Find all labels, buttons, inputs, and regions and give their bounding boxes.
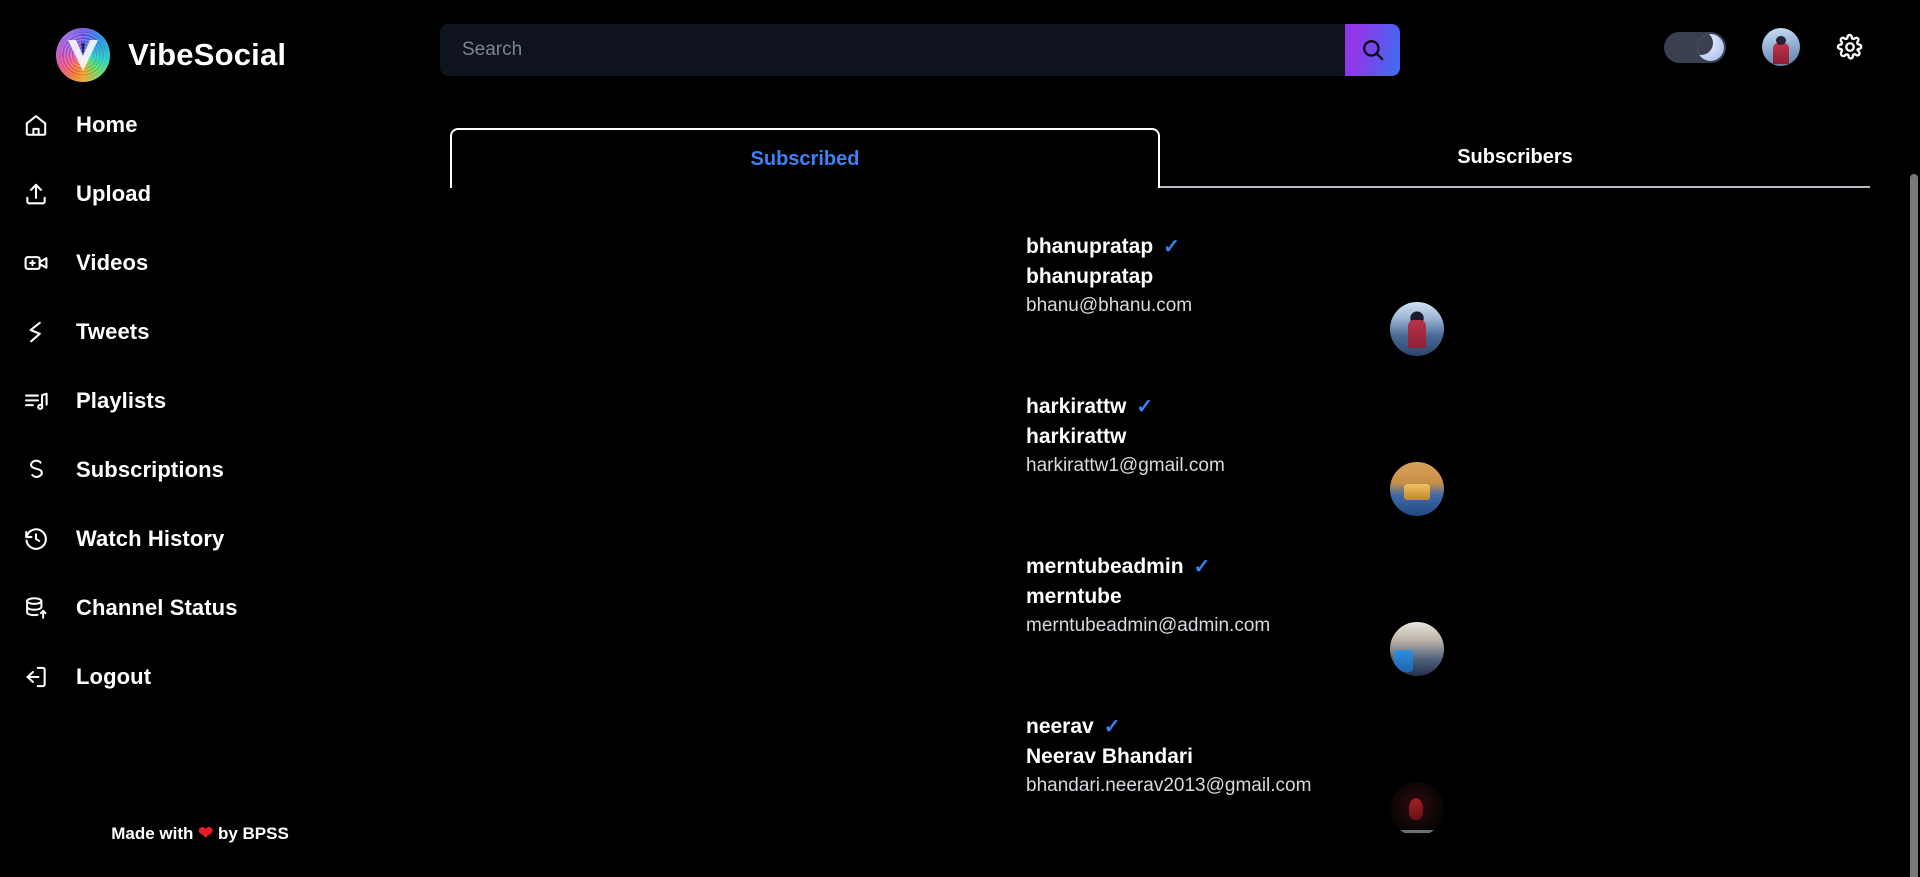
avatar-art	[1772, 43, 1790, 65]
sidebar-item-subscriptions[interactable]: Subscriptions	[0, 445, 400, 495]
sidebar-item-tweets[interactable]: Tweets	[0, 307, 400, 357]
channel-info: bhanupratap ✓ bhanupratap bhanu@bhanu.co…	[1026, 235, 1192, 317]
brand-name: VibeSocial	[128, 37, 287, 72]
channel-username: harkirattw	[1026, 395, 1127, 418]
home-icon	[22, 111, 50, 139]
sidebar-item-logout[interactable]: Logout	[0, 652, 400, 702]
channel-avatar[interactable]	[1390, 622, 1444, 676]
logo-v-glyph	[68, 40, 98, 71]
page-scrollbar-track[interactable]	[1906, 82, 1920, 877]
channel-username-row: merntubeadmin ✓	[1026, 555, 1270, 579]
subscribed-channel-list: bhanupratap ✓ bhanupratap bhanu@bhanu.co…	[400, 196, 1913, 877]
verified-check-icon: ✓	[1103, 716, 1121, 738]
search-icon	[1362, 40, 1383, 61]
channel-username-row: bhanupratap ✓	[1026, 235, 1192, 259]
channel-email: merntubeadmin@admin.com	[1026, 615, 1271, 636]
search-bar	[440, 24, 1400, 76]
channel-username: merntubeadmin	[1026, 555, 1184, 578]
database-stats-icon	[22, 594, 50, 622]
clock-history-icon	[22, 525, 50, 553]
sidebar-item-home[interactable]: Home	[0, 100, 400, 150]
sidebar-item-channel-status[interactable]: Channel Status	[0, 583, 400, 633]
app-header: VibeSocial	[0, 0, 1920, 100]
channel-avatar[interactable]	[1390, 462, 1444, 516]
channel-username: bhanupratap	[1026, 235, 1154, 258]
sidebar-item-label: Watch History	[76, 526, 225, 551]
tab-bar: Subscribed Subscribers	[450, 128, 1870, 188]
tab-subscribers[interactable]: Subscribers	[1160, 128, 1870, 188]
sidebar-item-videos[interactable]: Videos	[0, 238, 400, 288]
list-item[interactable]: merntubeadmin ✓ merntube merntubeadmin@a…	[400, 516, 1913, 676]
channel-username: neerav	[1026, 715, 1094, 738]
list-item[interactable]: harkirattw ✓ harkirattw harkirattw1@gmai…	[400, 356, 1913, 516]
sidebar-item-label: Videos	[76, 250, 149, 275]
list-item[interactable]: neerav ✓ Neerav Bhandari bhandari.neerav…	[400, 676, 1913, 836]
verified-check-icon: ✓	[1163, 236, 1180, 258]
sidebar-item-upload[interactable]: Upload	[0, 169, 400, 219]
sidebar-item-label: Subscriptions	[76, 457, 224, 482]
sidebar-item-label: Playlists	[76, 388, 167, 413]
channel-info: neerav ✓ Neerav Bhandari bhandari.neerav…	[1026, 715, 1311, 797]
footer-suffix: by BPSS	[217, 824, 289, 843]
dark-mode-toggle[interactable]	[1664, 31, 1726, 63]
channel-fullname: merntube	[1026, 585, 1122, 608]
channel-fullname: Neerav Bhandari	[1026, 745, 1193, 768]
channel-avatar[interactable]	[1390, 302, 1444, 356]
sidebar-item-label: Logout	[76, 664, 152, 689]
channel-username-row: neerav ✓	[1026, 715, 1311, 739]
sidebar-item-label: Tweets	[76, 319, 150, 344]
moon-icon	[1697, 33, 1724, 61]
logout-icon	[22, 663, 50, 691]
sidebar-item-playlists[interactable]: Playlists	[0, 376, 400, 426]
channel-email: harkirattw1@gmail.com	[1026, 455, 1225, 476]
avatar[interactable]	[1762, 28, 1800, 66]
video-camera-icon	[22, 249, 50, 277]
channel-fullname: bhanupratap	[1026, 265, 1154, 288]
channel-avatar[interactable]	[1390, 782, 1444, 836]
header-actions	[1664, 28, 1864, 66]
verified-check-icon: ✓	[1136, 396, 1154, 418]
gear-icon	[1836, 33, 1863, 60]
upload-icon	[22, 180, 50, 208]
settings-button[interactable]	[1836, 33, 1864, 61]
search-button[interactable]	[1345, 24, 1400, 76]
sidebar-item-label: Home	[76, 112, 138, 137]
verified-check-icon: ✓	[1193, 556, 1211, 578]
channel-fullname: harkirattw	[1026, 425, 1127, 448]
sidebar-footer: Made with ❤ by BPSS	[0, 823, 400, 844]
channel-email: bhanu@bhanu.com	[1026, 295, 1193, 316]
tab-subscribed[interactable]: Subscribed	[450, 128, 1160, 188]
channel-email: bhandari.neerav2013@gmail.com	[1026, 775, 1312, 796]
heart-icon: ❤	[198, 823, 214, 843]
sidebar: Home Upload Videos Tweets Playlists Subs…	[0, 100, 400, 877]
channel-username-row: harkirattw ✓	[1026, 395, 1225, 419]
channel-info: harkirattw ✓ harkirattw harkirattw1@gmai…	[1026, 395, 1225, 477]
page-scrollbar-thumb[interactable]	[1910, 174, 1918, 877]
list-item[interactable]: bhanupratap ✓ bhanupratap bhanu@bhanu.co…	[400, 196, 1913, 356]
channel-info: merntubeadmin ✓ merntube merntubeadmin@a…	[1026, 555, 1270, 637]
search-input[interactable]	[440, 24, 1345, 76]
subscriptions-icon	[22, 456, 50, 484]
brand-logo[interactable]: VibeSocial	[56, 28, 286, 82]
sidebar-item-label: Channel Status	[76, 595, 238, 620]
playlist-music-icon	[22, 387, 50, 415]
sidebar-item-watch-history[interactable]: Watch History	[0, 514, 400, 564]
main-content: Subscribed Subscribers bhanupratap ✓ bha…	[400, 100, 1913, 877]
sidebar-item-label: Upload	[76, 181, 152, 206]
footer-prefix: Made with	[111, 824, 194, 843]
vibesocial-logo-icon	[56, 28, 110, 82]
tweet-icon	[22, 318, 50, 346]
